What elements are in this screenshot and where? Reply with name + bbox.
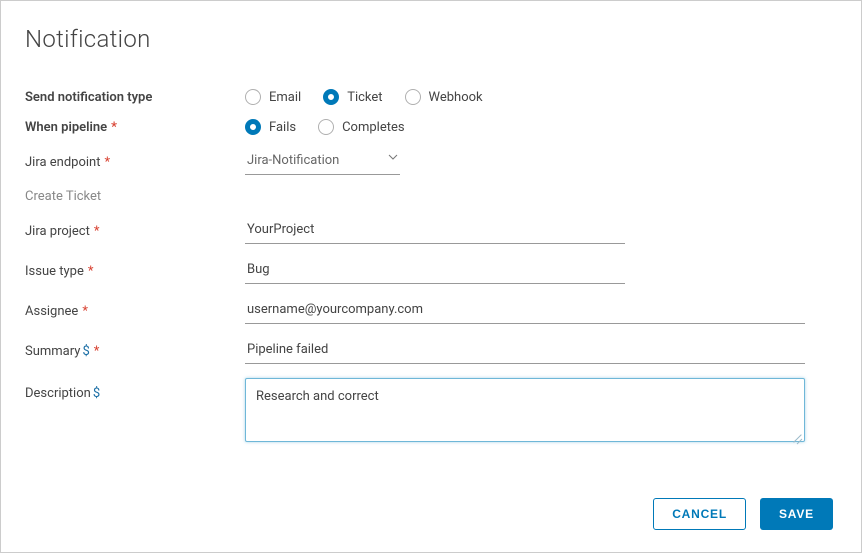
label-description: Description$ bbox=[25, 378, 245, 401]
footer-buttons: CANCEL SAVE bbox=[653, 498, 833, 530]
radio-webhook-label: Webhook bbox=[429, 90, 483, 105]
required-icon: * bbox=[105, 155, 111, 170]
notification-panel: Notification Send notification type Emai… bbox=[0, 0, 862, 553]
label-when-pipeline: When pipeline* bbox=[25, 120, 245, 135]
radio-webhook[interactable]: Webhook bbox=[405, 89, 483, 105]
radio-dot-icon bbox=[245, 119, 261, 135]
variable-icon: $ bbox=[82, 344, 89, 359]
required-icon: * bbox=[94, 224, 100, 239]
radio-fails-label: Fails bbox=[269, 120, 296, 135]
required-icon: * bbox=[88, 264, 94, 279]
notification-type-group: Email Ticket Webhook bbox=[245, 89, 833, 105]
jira-endpoint-value[interactable] bbox=[245, 149, 400, 175]
label-summary: Summary$* bbox=[25, 344, 245, 359]
label-jira-endpoint: Jira endpoint* bbox=[25, 155, 245, 170]
label-notification-type: Send notification type bbox=[25, 90, 245, 105]
when-pipeline-group: Fails Completes bbox=[245, 119, 833, 135]
radio-dot-icon bbox=[323, 89, 339, 105]
radio-fails[interactable]: Fails bbox=[245, 119, 296, 135]
required-icon: * bbox=[94, 344, 100, 359]
required-icon: * bbox=[111, 120, 117, 135]
label-issue-type: Issue type* bbox=[25, 264, 245, 279]
radio-email-label: Email bbox=[269, 90, 301, 105]
label-jira-project: Jira project* bbox=[25, 224, 245, 239]
jira-project-input[interactable] bbox=[245, 218, 625, 244]
radio-dot-icon bbox=[245, 89, 261, 105]
jira-endpoint-cell bbox=[245, 149, 833, 175]
description-textarea[interactable] bbox=[245, 378, 805, 442]
issue-type-input[interactable] bbox=[245, 258, 625, 284]
radio-email[interactable]: Email bbox=[245, 89, 301, 105]
save-button[interactable]: SAVE bbox=[760, 498, 833, 530]
notification-form: Send notification type Email Ticket Webh… bbox=[25, 89, 833, 446]
radio-ticket[interactable]: Ticket bbox=[323, 89, 382, 105]
radio-dot-icon bbox=[318, 119, 334, 135]
cancel-button[interactable]: CANCEL bbox=[653, 498, 746, 530]
variable-icon: $ bbox=[93, 386, 100, 401]
summary-input[interactable] bbox=[245, 338, 805, 364]
radio-dot-icon bbox=[405, 89, 421, 105]
radio-ticket-label: Ticket bbox=[347, 90, 382, 105]
radio-completes-label: Completes bbox=[342, 120, 405, 135]
section-create-ticket: Create Ticket bbox=[25, 189, 833, 204]
label-assignee: Assignee* bbox=[25, 304, 245, 319]
jira-endpoint-select[interactable] bbox=[245, 149, 400, 175]
page-title: Notification bbox=[25, 25, 833, 53]
assignee-input[interactable] bbox=[245, 298, 805, 324]
radio-completes[interactable]: Completes bbox=[318, 119, 405, 135]
required-icon: * bbox=[82, 304, 88, 319]
